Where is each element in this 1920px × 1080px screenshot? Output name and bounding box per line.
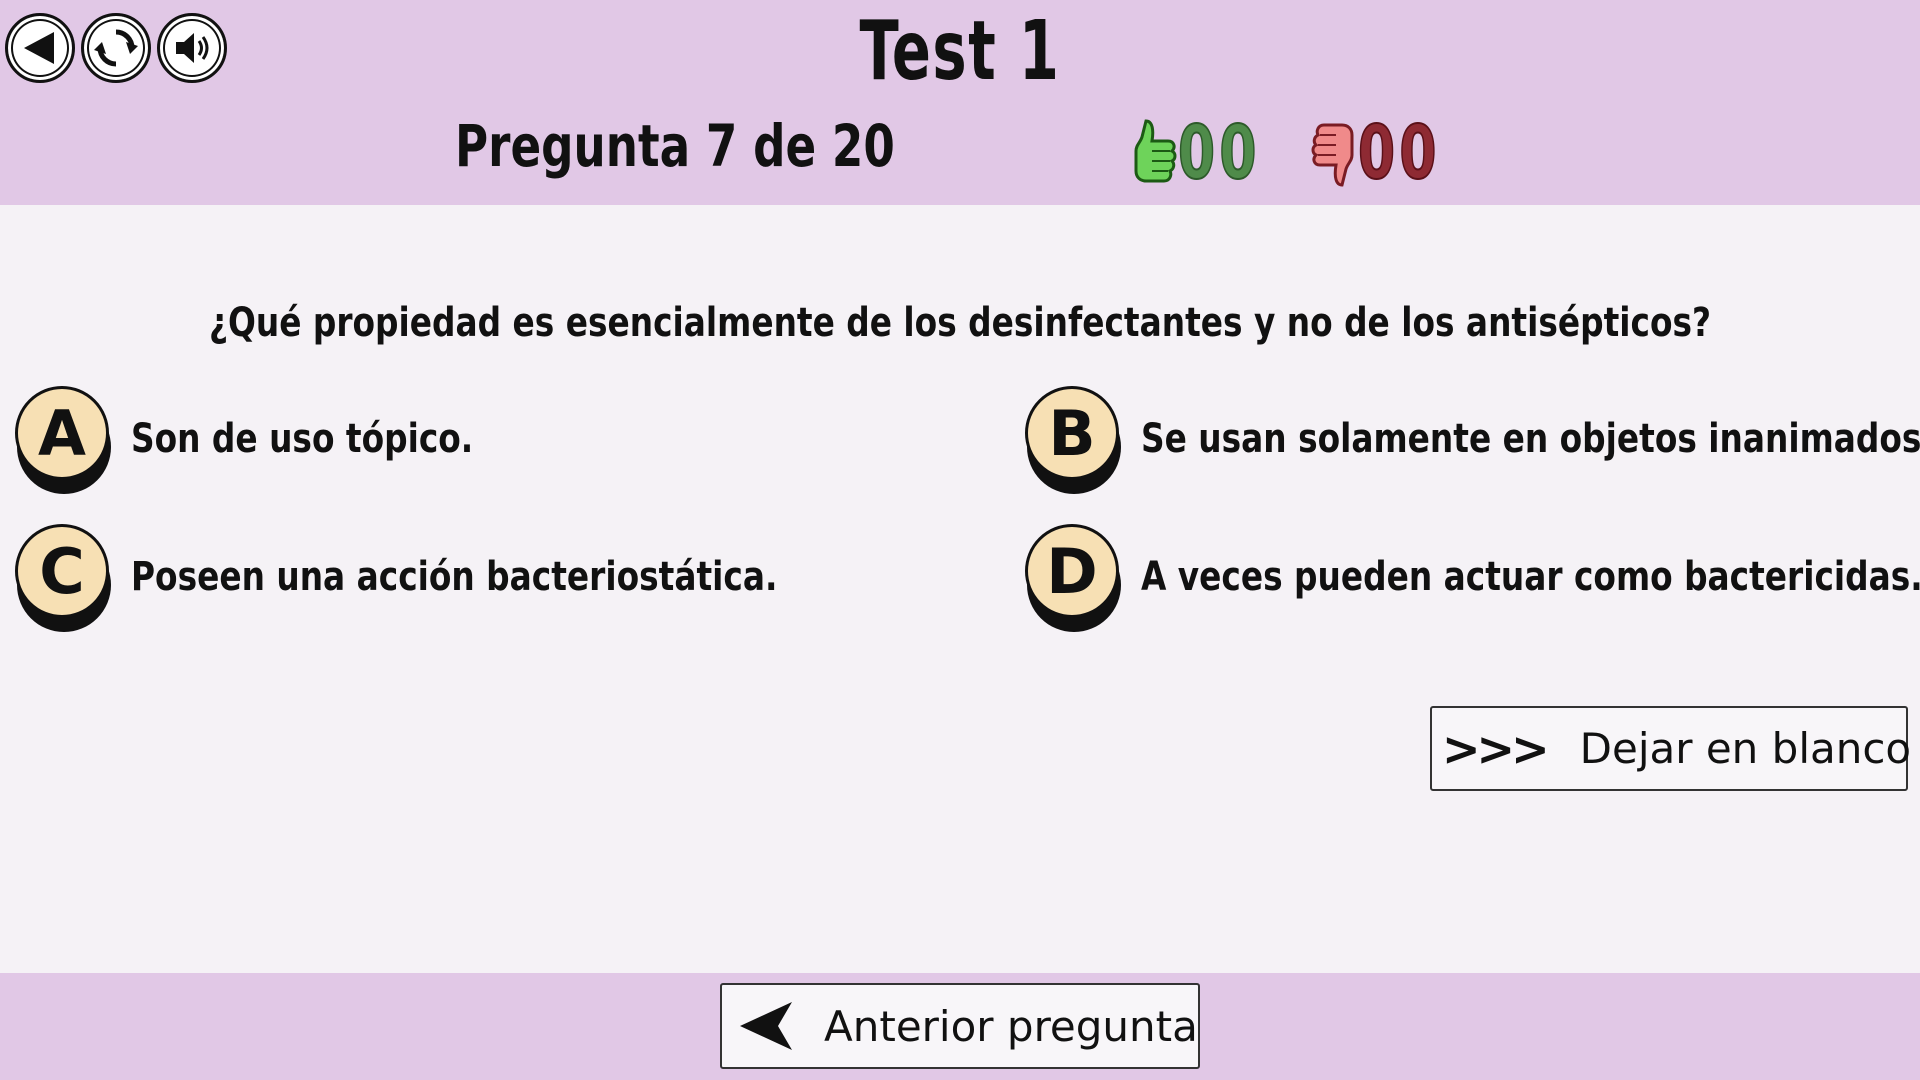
option-b-text: Se usan solamente en objetos inanimados. <box>1141 416 1920 462</box>
skip-question-button[interactable]: >>> Dejar en blanco <box>1430 706 1911 791</box>
reload-button[interactable] <box>81 13 151 83</box>
option-d-badge[interactable]: D <box>1025 524 1121 632</box>
wrong-score: 00 <box>1310 109 1473 197</box>
previous-question-label: Anterior pregunta <box>824 1001 1198 1051</box>
thumbs-up-icon <box>1134 119 1177 183</box>
question-text: ¿Qué propiedad es esencialmente de los d… <box>208 300 1712 346</box>
speaker-icon <box>176 33 209 63</box>
option-d[interactable]: D A veces pueden actuar como bactericida… <box>1025 524 1920 632</box>
option-c-text: Poseen una acción bacteriostática. <box>131 554 778 600</box>
thumbs-down-icon <box>1311 123 1354 187</box>
previous-question-button[interactable]: Anterior pregunta <box>720 983 1200 1069</box>
quiz-screen: Test 1 Pregunta 7 de 20 00 00 ¿Qué propi… <box>0 0 1920 1080</box>
option-b[interactable]: B Se usan solamente en objetos inanimado… <box>1025 386 1920 494</box>
left-arrow-icon <box>740 1002 792 1050</box>
option-c-letter: C <box>15 524 109 618</box>
option-c-badge[interactable]: C <box>15 524 111 632</box>
option-b-badge[interactable]: B <box>1025 386 1121 494</box>
footer-bar: Anterior pregunta <box>0 973 1920 1080</box>
option-d-text: A veces pueden actuar como bactericidas. <box>1141 554 1920 600</box>
question-counter: Pregunta 7 de 20 <box>455 112 895 180</box>
wrong-count: 00 <box>1357 109 1441 197</box>
option-d-letter: D <box>1025 524 1119 618</box>
option-a-letter: A <box>15 386 109 480</box>
skip-button-label: Dejar en blanco <box>1579 724 1912 773</box>
option-b-letter: B <box>1025 386 1119 480</box>
correct-count: 00 <box>1177 109 1261 197</box>
reload-icon <box>94 29 138 67</box>
skip-arrows-icon: >>> <box>1442 721 1550 776</box>
back-arrow-icon <box>24 32 54 64</box>
correct-score: 00 <box>1130 109 1293 197</box>
option-a[interactable]: A Son de uso tópico. <box>15 386 548 494</box>
header-bar: Test 1 Pregunta 7 de 20 00 00 <box>0 0 1920 205</box>
option-a-badge[interactable]: A <box>15 386 111 494</box>
quiz-title: Test 1 <box>859 4 1061 99</box>
back-button[interactable] <box>5 13 75 83</box>
option-c[interactable]: C Poseen una acción bacteriostática. <box>15 524 919 632</box>
option-a-text: Son de uso tópico. <box>131 416 474 462</box>
